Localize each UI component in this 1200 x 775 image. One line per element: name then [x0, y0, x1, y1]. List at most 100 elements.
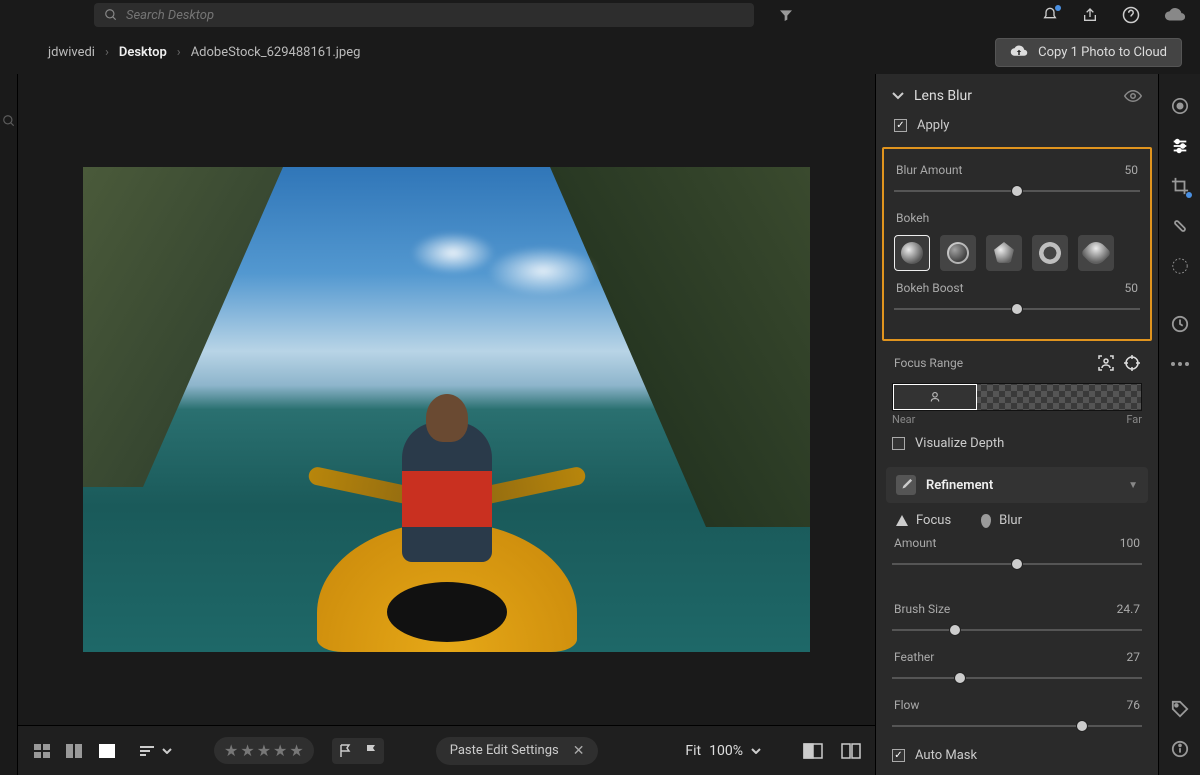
refinement-header[interactable]: Refinement ▼ — [886, 467, 1148, 503]
crop-icon[interactable] — [1170, 176, 1190, 196]
search-icon[interactable] — [2, 114, 16, 128]
refinement-label: Refinement — [926, 478, 993, 493]
auto-mask-checkbox[interactable] — [892, 749, 905, 762]
lens-blur-panel: Lens Blur Apply Blur Amount 50 Bokeh — [875, 74, 1158, 775]
feather-value: 27 — [1127, 650, 1141, 664]
masking-icon[interactable] — [1170, 256, 1190, 276]
bottom-toolbar: ★★★★★ Paste Edit Settings ✕ Fit 100% — [18, 725, 875, 775]
notifications-icon[interactable] — [1042, 7, 1058, 23]
sort-button[interactable] — [140, 745, 172, 757]
drop-icon — [981, 514, 991, 528]
flow-slider[interactable] — [892, 718, 1142, 734]
bokeh-boost-slider[interactable] — [894, 301, 1140, 317]
canvas-area[interactable] — [18, 74, 875, 725]
zoom-value: 100% — [709, 743, 743, 759]
near-label: Near — [892, 413, 915, 426]
more-icon[interactable] — [1170, 354, 1190, 374]
bokeh-label: Bokeh — [896, 211, 929, 225]
auto-mask-label: Auto Mask — [915, 748, 977, 763]
amount-value: 100 — [1120, 536, 1140, 550]
panel-title: Lens Blur — [914, 88, 972, 104]
grid-view-button[interactable] — [32, 742, 54, 760]
chevron-right-icon: › — [105, 45, 109, 60]
point-select-icon[interactable] — [1124, 355, 1140, 371]
cloud-sync-icon[interactable] — [1164, 7, 1186, 23]
versions-icon[interactable] — [1170, 314, 1190, 334]
focus-brush-button[interactable]: Focus — [896, 513, 951, 528]
flow-label: Flow — [894, 698, 919, 712]
flag-pick-button[interactable] — [332, 738, 358, 764]
fit-label: Fit — [685, 743, 701, 759]
toggle-visibility-icon[interactable] — [1124, 90, 1142, 102]
healing-icon[interactable] — [1170, 216, 1190, 236]
subject-select-icon[interactable] — [1098, 355, 1114, 371]
cloud-upload-icon — [1010, 45, 1028, 59]
edit-sliders-icon[interactable] — [1170, 136, 1190, 156]
keywords-icon[interactable] — [1170, 699, 1190, 719]
search-icon — [104, 8, 118, 22]
info-icon[interactable] — [1170, 739, 1190, 759]
close-icon[interactable]: ✕ — [573, 743, 585, 759]
presets-icon[interactable] — [1170, 96, 1190, 116]
blur-amount-slider[interactable] — [894, 183, 1140, 199]
search-input[interactable] — [126, 8, 744, 23]
breadcrumb-root[interactable]: jdwivedi — [48, 45, 95, 60]
visualize-depth-checkbox[interactable] — [892, 437, 905, 450]
photo-preview[interactable] — [83, 167, 810, 652]
copy-to-cloud-label: Copy 1 Photo to Cloud — [1038, 45, 1167, 60]
brush-size-slider[interactable] — [892, 622, 1142, 638]
highlighted-controls: Blur Amount 50 Bokeh Bokeh Boost 50 — [882, 147, 1152, 341]
filter-icon[interactable] — [778, 7, 794, 23]
flag-reject-button[interactable] — [358, 738, 384, 764]
blur-amount-value: 50 — [1125, 163, 1139, 177]
amount-label: Amount — [894, 536, 936, 550]
blur-brush-button[interactable]: Blur — [981, 513, 1022, 528]
chevron-down-icon[interactable] — [892, 92, 904, 100]
breadcrumb: jdwivedi › Desktop › AdobeStock_62948816… — [48, 45, 360, 60]
chevron-down-icon — [162, 748, 172, 754]
split-view-button[interactable] — [841, 743, 861, 759]
breadcrumb-folder[interactable]: Desktop — [119, 45, 167, 60]
bokeh-shape-cateye[interactable] — [1078, 235, 1114, 271]
far-label: Far — [1126, 413, 1142, 426]
star-rating[interactable]: ★★★★★ — [214, 737, 314, 764]
apply-checkbox[interactable] — [894, 119, 907, 132]
breadcrumb-file[interactable]: AdobeStock_629488161.jpeg — [191, 45, 361, 60]
focus-range-label: Focus Range — [894, 356, 963, 370]
star-icon[interactable]: ★ — [240, 741, 254, 760]
paste-settings-label: Paste Edit Settings — [450, 743, 559, 758]
visualize-depth-label: Visualize Depth — [915, 436, 1004, 451]
chevron-down-icon — [751, 748, 761, 754]
bokeh-shape-circle[interactable] — [894, 235, 930, 271]
flow-value: 76 — [1127, 698, 1141, 712]
brush-icon — [896, 475, 916, 495]
apply-label: Apply — [917, 118, 949, 133]
star-icon[interactable]: ★ — [224, 741, 238, 760]
zoom-control[interactable]: Fit 100% — [685, 743, 761, 759]
feather-label: Feather — [894, 650, 934, 664]
star-icon[interactable]: ★ — [273, 741, 287, 760]
bokeh-boost-label: Bokeh Boost — [896, 281, 964, 295]
star-icon[interactable]: ★ — [289, 741, 303, 760]
before-after-button[interactable] — [803, 743, 823, 759]
paste-settings-button[interactable]: Paste Edit Settings ✕ — [436, 737, 599, 765]
bokeh-shape-bubble[interactable] — [940, 235, 976, 271]
blur-amount-label: Blur Amount — [896, 163, 962, 177]
search-input-wrap[interactable] — [94, 3, 754, 27]
triangle-icon — [896, 515, 908, 526]
single-view-button[interactable] — [96, 742, 118, 760]
tool-rail — [1158, 74, 1200, 775]
chevron-right-icon: › — [177, 45, 181, 60]
copy-to-cloud-button[interactable]: Copy 1 Photo to Cloud — [995, 38, 1182, 67]
bokeh-boost-value: 50 — [1125, 281, 1139, 295]
help-icon[interactable] — [1122, 6, 1140, 24]
brush-size-value: 24.7 — [1117, 602, 1140, 616]
bokeh-shape-blade5[interactable] — [986, 235, 1022, 271]
depth-map[interactable] — [892, 383, 1142, 411]
bokeh-shape-ring[interactable] — [1032, 235, 1068, 271]
share-icon[interactable] — [1082, 7, 1098, 23]
star-icon[interactable]: ★ — [257, 741, 271, 760]
feather-slider[interactable] — [892, 670, 1142, 686]
amount-slider[interactable] — [892, 556, 1142, 572]
compare-view-button[interactable] — [64, 742, 86, 760]
